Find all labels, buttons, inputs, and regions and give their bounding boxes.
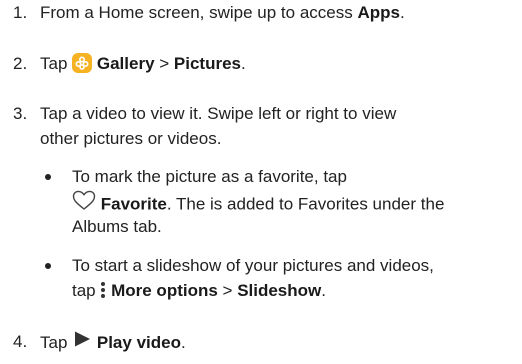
bullet-2-pre: tap	[72, 281, 101, 300]
step-2-gallery: Gallery	[96, 54, 155, 73]
play-icon	[72, 330, 92, 353]
step-1-post: .	[399, 3, 405, 22]
instructions-document: 1. From a Home screen, swipe up to acces…	[0, 0, 522, 364]
gallery-icon	[72, 52, 93, 73]
bullet-1-line-2: Favorite. The is added to Favorites unde…	[72, 190, 445, 218]
step-1-pre: From a Home screen, swipe up to access	[40, 3, 358, 22]
bullet-1-line-1: To mark the picture as a favorite, tap	[72, 167, 347, 186]
step-3-line-2: other pictures or videos.	[40, 129, 222, 148]
bullet-1-favorite: Favorite	[100, 194, 167, 214]
step-2-sep: >	[154, 54, 174, 73]
bullet-2-line-1: To start a slideshow of your pictures an…	[72, 256, 434, 275]
more-options-icon	[100, 280, 106, 300]
step-1-apps: Apps	[357, 3, 400, 22]
step-4-post: .	[180, 332, 186, 352]
bullet-dot	[45, 174, 51, 180]
bullet-2-line-2: tap More options > Slideshow.	[72, 281, 326, 302]
step-2-post: .	[241, 54, 246, 73]
bullet-1-line-3: Albums tab.	[72, 217, 162, 236]
step-2-text: Tap Gallery > Pictures.	[40, 52, 246, 75]
bullet-2-post: .	[321, 281, 326, 300]
step-2-number: 2.	[13, 54, 28, 73]
bullet-dot	[45, 263, 51, 269]
bullet-2-slideshow: Slideshow	[237, 281, 322, 300]
step-3-line-1: Tap a video to view it. Swipe left or ri…	[40, 104, 397, 123]
step-4-play-video: Play video	[96, 332, 181, 352]
step-4-pre: Tap	[40, 332, 73, 352]
step-1-text: From a Home screen, swipe up to access A…	[40, 3, 405, 23]
bullet-2-more-options: More options	[111, 281, 218, 300]
step-2-pictures: Pictures	[173, 54, 241, 73]
step-2-pre: Tap	[40, 54, 73, 73]
step-1-number: 1.	[13, 3, 28, 22]
bullet-2-sep: >	[217, 281, 238, 300]
step-4-text: Tap Play video.	[40, 330, 186, 355]
heart-icon	[72, 190, 96, 216]
bullet-1-line-2-post: . The is added to Favorites under the	[166, 194, 445, 214]
step-4-number: 4.	[13, 332, 28, 351]
step-3-number: 3.	[13, 104, 28, 123]
